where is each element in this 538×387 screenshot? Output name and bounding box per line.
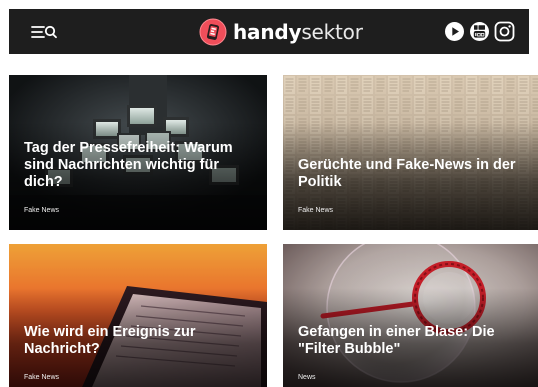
article-category[interactable]: Fake News	[24, 207, 59, 215]
play-icon[interactable]	[444, 21, 465, 42]
article-text: Gefangen in einer Blase: Die "Filter Bub…	[298, 324, 531, 383]
site-logo[interactable]: handysektor	[199, 18, 363, 46]
site-name: handysektor	[233, 20, 363, 44]
article-card[interactable]: Gerüchte und Fake-News in der Politik Fa…	[283, 75, 538, 230]
menu-search-button[interactable]	[31, 23, 69, 41]
article-title[interactable]: Wie wird ein Ereignis zur Nachricht?	[24, 324, 257, 358]
social-links	[444, 21, 515, 42]
handysektor-logo-icon	[199, 18, 227, 46]
article-category[interactable]: Fake News	[24, 374, 59, 382]
article-text: Wie wird ein Ereignis zur Nachricht? Fak…	[24, 324, 257, 383]
article-text: Tag der Pressefreiheit: Warum sind Nachr…	[24, 140, 257, 216]
article-card[interactable]: Gefangen in einer Blase: Die "Filter Bub…	[283, 244, 538, 387]
page: handysektor Tag der Pressefreiheit: Waru…	[0, 0, 538, 387]
article-text: Gerüchte und Fake-News in der Politik Fa…	[298, 157, 531, 216]
article-title[interactable]: Gerüchte und Fake-News in der Politik	[298, 157, 531, 191]
site-header: handysektor	[9, 9, 529, 54]
hamburger-icon	[31, 26, 45, 38]
article-category[interactable]: Fake News	[298, 207, 333, 215]
article-card[interactable]: Wie wird ein Ereignis zur Nachricht? Fak…	[9, 244, 267, 387]
site-name-bold: handy	[233, 20, 302, 44]
search-icon	[44, 25, 57, 39]
article-title[interactable]: Tag der Pressefreiheit: Warum sind Nachr…	[24, 140, 257, 191]
site-name-light: sektor	[301, 20, 363, 44]
youtube-icon[interactable]	[469, 21, 490, 42]
article-title[interactable]: Gefangen in einer Blase: Die "Filter Bub…	[298, 324, 531, 358]
article-category[interactable]: News	[298, 374, 316, 382]
article-card[interactable]: Tag der Pressefreiheit: Warum sind Nachr…	[9, 75, 267, 230]
instagram-icon[interactable]	[494, 21, 515, 42]
